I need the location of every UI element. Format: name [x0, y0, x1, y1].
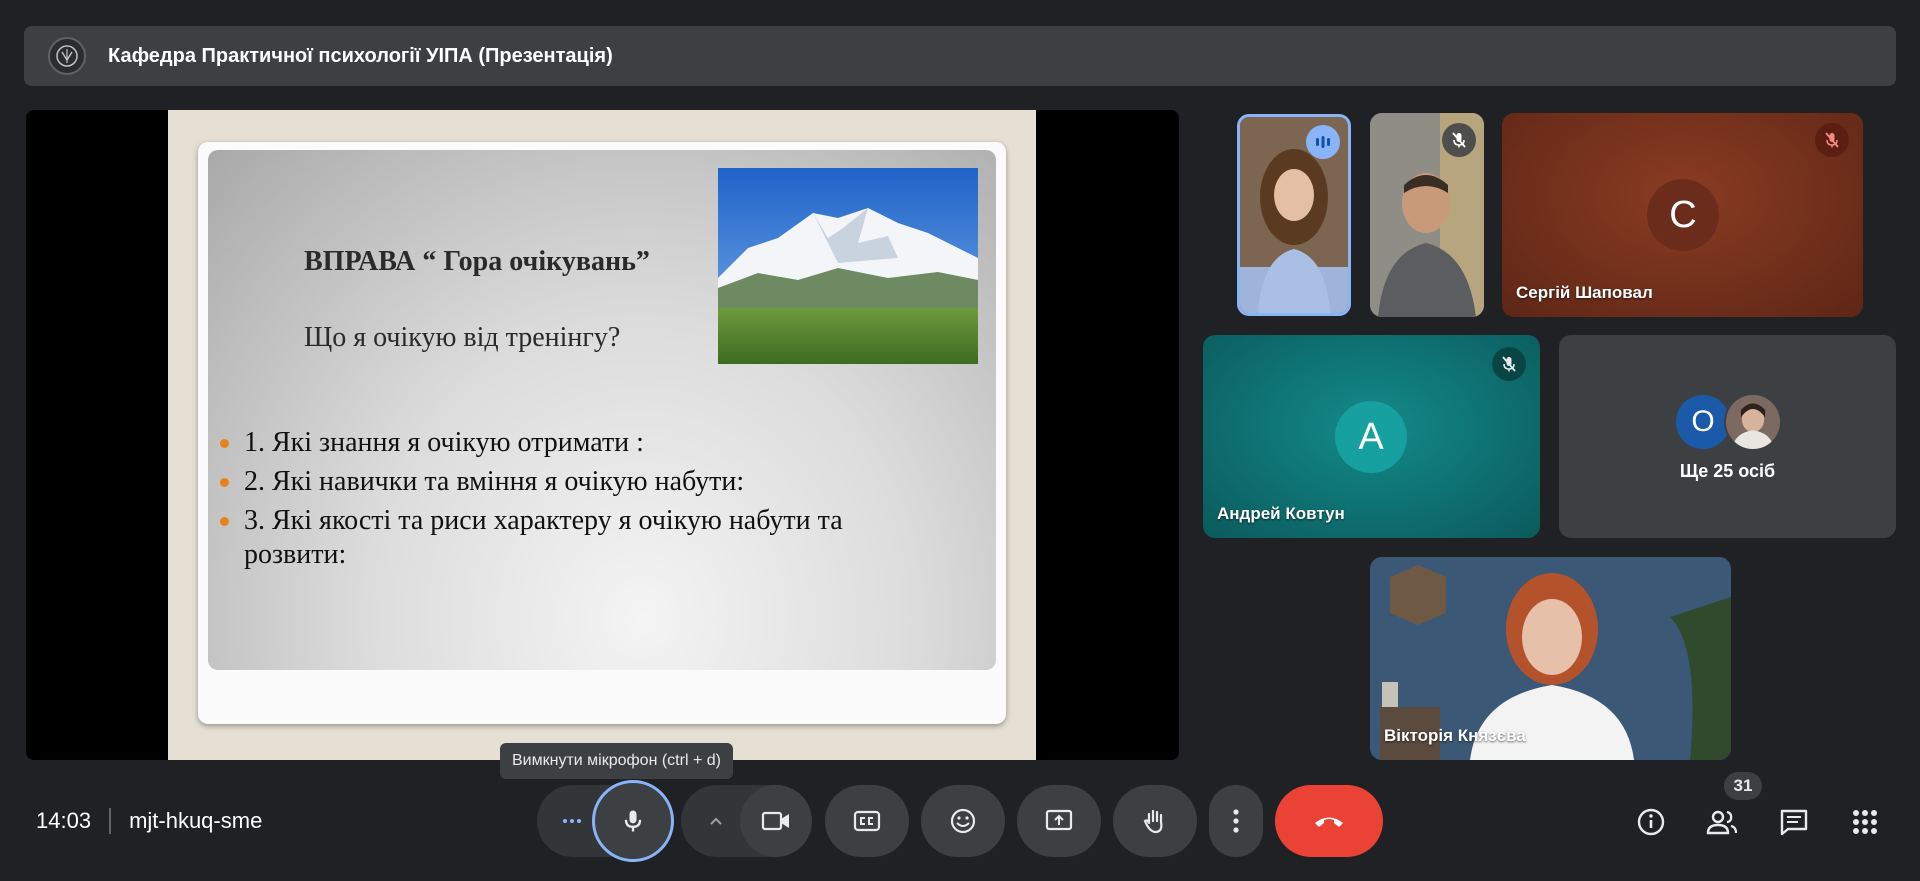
- chat-icon: [1780, 809, 1808, 836]
- raise-hand-button[interactable]: [1113, 785, 1197, 857]
- end-call-button[interactable]: [1275, 785, 1383, 857]
- avatar-initial: С: [1669, 193, 1697, 236]
- avatar-initial: O: [1691, 405, 1715, 438]
- slide-card: ВПРАВА “ Гора очікувань” Що я очікую від…: [198, 142, 1006, 724]
- bullet-item: 1. Які знання я очікую отримати :: [218, 426, 898, 460]
- microphone-icon: [624, 810, 642, 832]
- participant-name: Андрей Ковтун: [1217, 504, 1345, 523]
- meeting-time: 14:03: [36, 808, 92, 833]
- microphone-button[interactable]: [592, 780, 674, 862]
- participant-name: Сергій Шаповал: [1516, 283, 1653, 302]
- meeting-code: mjt-hkuq-sme: [129, 808, 263, 833]
- presentation-stage: ВПРАВА “ Гора очікувань” Що я очікую від…: [26, 110, 1179, 760]
- bullet-text: 1. Які знання я очікую отримати :: [244, 427, 644, 458]
- info-icon: [1637, 808, 1665, 836]
- others-tile[interactable]: O Ще 25 осіб: [1559, 335, 1896, 538]
- slide-title: ВПРАВА “ Гора очікувань”: [304, 246, 650, 277]
- mic-off-icon: [1442, 123, 1476, 157]
- more-options-button[interactable]: [1209, 785, 1263, 857]
- others-label: Ще 25 осіб: [1679, 461, 1776, 481]
- more-horizontal-icon: [563, 819, 581, 823]
- raise-hand-icon: [1143, 809, 1163, 834]
- divider: [109, 808, 112, 834]
- slide-question: Що я очікую від тренінгу?: [304, 322, 621, 353]
- mic-tooltip: Вимкнути мікрофон (ctrl + d): [500, 743, 733, 779]
- participant-count-badge: 31: [1724, 772, 1762, 800]
- bullet-dot: [220, 439, 229, 448]
- presenter-logo: [48, 37, 86, 75]
- participant-tile[interactable]: [1370, 113, 1484, 317]
- bullet-dot: [220, 517, 229, 526]
- activities-button[interactable]: [1843, 800, 1887, 844]
- more-vertical-icon: [1233, 809, 1239, 833]
- reactions-button[interactable]: [921, 785, 1005, 857]
- presentation-header: Кафедра Практичної психології УІПА (През…: [24, 26, 1896, 86]
- mountain-image: [718, 168, 978, 364]
- mic-off-icon: [1815, 123, 1849, 157]
- people-button[interactable]: [1700, 800, 1744, 844]
- bullet-item: 3. Які якості та риси характеру я очікую…: [218, 504, 898, 572]
- presentation-title: Кафедра Практичної психології УІПА (През…: [108, 44, 613, 67]
- videocam-icon: [761, 811, 789, 831]
- bullet-dot: [220, 478, 229, 487]
- present-screen-icon: [1045, 809, 1073, 831]
- slide-bullets: 1. Які знання я очікую отримати : 2. Які…: [218, 426, 898, 577]
- emoji-icon: [950, 808, 976, 834]
- slide-panel: ВПРАВА “ Гора очікувань” Що я очікую від…: [208, 150, 996, 670]
- participant-tile-viktoria[interactable]: Вікторія Князєва: [1370, 557, 1731, 760]
- mic-off-icon: [1492, 347, 1526, 381]
- avatar-photo: [1724, 393, 1782, 451]
- chat-button[interactable]: [1772, 800, 1816, 844]
- chevron-up-icon: [710, 817, 722, 825]
- closed-captions-icon: [853, 810, 881, 832]
- avatar-initial: A: [1358, 415, 1384, 458]
- slide-frame: ВПРАВА “ Гора очікувань” Що я очікую від…: [168, 110, 1036, 760]
- present-button[interactable]: [1017, 785, 1101, 857]
- end-call-icon: [1315, 817, 1343, 827]
- participant-name: Вікторія Князєва: [1384, 726, 1526, 745]
- activities-icon: [1853, 810, 1877, 834]
- meeting-info-button[interactable]: [1629, 800, 1673, 844]
- participant-tile-speaker[interactable]: [1237, 114, 1351, 316]
- participant-tile-sergii[interactable]: С Сергій Шаповал: [1502, 113, 1863, 317]
- captions-button[interactable]: [825, 785, 909, 857]
- avatar: A: [1335, 401, 1407, 473]
- camera-button[interactable]: [740, 785, 812, 857]
- bullet-item: 2. Які навички та вміння я очікую набути…: [218, 465, 898, 499]
- bullet-text: 3. Які якості та риси характеру я очікую…: [244, 505, 843, 570]
- speaking-indicator-icon: [1306, 125, 1340, 159]
- meeting-details: 14:03 mjt-hkuq-sme: [36, 806, 262, 836]
- people-icon: [1706, 810, 1738, 835]
- bullet-text: 2. Які навички та вміння я очікую набути…: [244, 466, 745, 497]
- avatar: С: [1647, 179, 1719, 251]
- participant-tile-andrei[interactable]: A Андрей Ковтун: [1203, 335, 1540, 538]
